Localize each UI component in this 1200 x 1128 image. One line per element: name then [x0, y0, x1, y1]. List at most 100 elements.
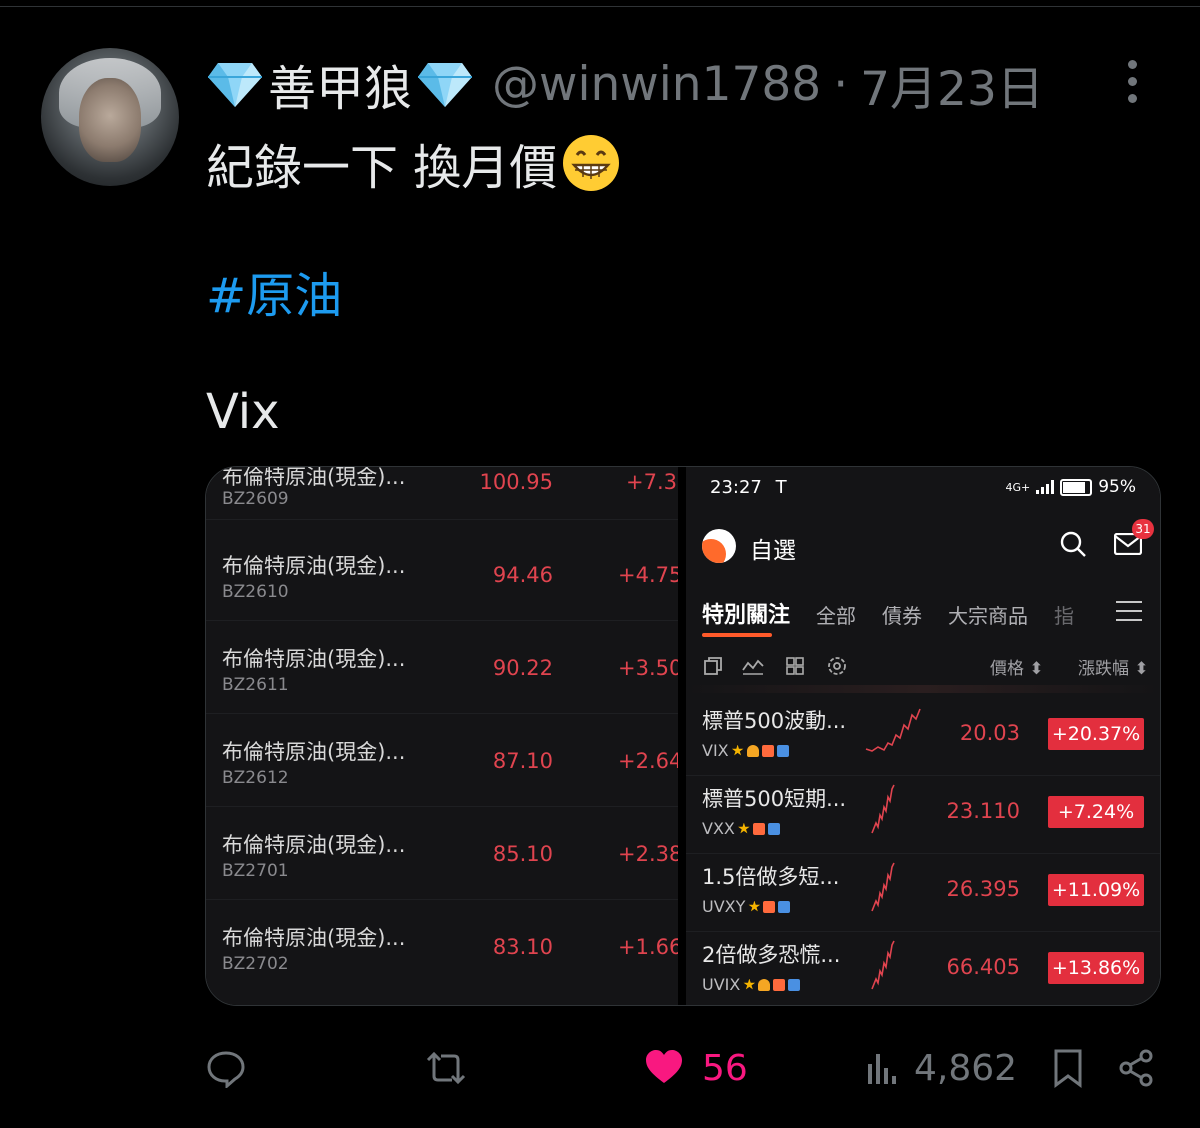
reply-icon — [207, 1051, 245, 1088]
row-code: BZ2611 — [222, 675, 289, 695]
signal-icon — [1036, 480, 1055, 494]
tab-bonds[interactable]: 債券 — [882, 600, 922, 629]
diamond-icon — [418, 63, 473, 107]
right-screenshot[interactable]: 23:27 T 4G+ 95% 自選 31 特別關注 全部 債券 大宗商品 指 … — [686, 467, 1160, 1005]
chat-icon — [767, 822, 780, 835]
post-text: 紀錄一下 換月價 — [206, 140, 558, 196]
display-name[interactable]: 善甲狼 — [268, 49, 412, 119]
quote-code-line: UVXY — [702, 897, 791, 916]
quote-row[interactable]: 2倍做多恐慌... UVIX 66.405 +13.86% — [686, 931, 1160, 1005]
chart-icon[interactable] — [742, 655, 764, 677]
row-price: 90.22 — [492, 656, 553, 680]
note-icon — [761, 744, 774, 757]
settings-icon[interactable] — [826, 655, 848, 677]
user-handle[interactable]: @winwin1788 — [492, 57, 821, 112]
grid-icon[interactable] — [784, 655, 806, 677]
quote-code: VIX — [702, 741, 729, 760]
quote-row[interactable]: 1.5倍做多短... UVXY 26.395 +11.09% — [686, 853, 1160, 932]
chat-icon — [776, 744, 789, 757]
quote-name: 標普500短期... — [702, 787, 847, 811]
carrier-icon: T — [775, 477, 787, 498]
action-bar: 56 4,862 — [206, 1040, 1166, 1096]
row-price: 87.10 — [492, 749, 553, 773]
like-count: 56 — [702, 1047, 748, 1089]
tab-watchlist[interactable]: 特別關注 — [702, 597, 790, 637]
tab-commodities[interactable]: 大宗商品 — [948, 600, 1028, 629]
quote-code: UVIX — [702, 975, 741, 994]
sparkline-chart — [871, 784, 895, 834]
note-icon — [763, 900, 776, 913]
row-change: +4.75% — [618, 563, 678, 587]
top-divider — [0, 6, 1200, 7]
star-icon — [731, 744, 744, 756]
tab-all[interactable]: 全部 — [816, 600, 856, 629]
avatar[interactable] — [41, 48, 179, 186]
note-icon — [773, 978, 786, 991]
row-change: +7.31% — [626, 470, 678, 494]
table-row: 布倫特原油(現金)... BZ2610 94.46 +4.75% — [206, 528, 678, 621]
quote-code: VXX — [702, 819, 735, 838]
like-button[interactable]: 56 — [644, 1044, 748, 1092]
row-change: +1.66% — [618, 935, 678, 959]
network-indicator: 4G+ — [1005, 480, 1031, 494]
status-indicators: 4G+ 95% — [1005, 477, 1136, 497]
row-change: +2.38% — [618, 842, 678, 866]
share-button[interactable] — [1118, 1044, 1154, 1092]
reply-button[interactable] — [206, 1044, 264, 1092]
repost-icon — [426, 1051, 466, 1085]
sparkline-chart — [871, 940, 895, 990]
quote-price: 66.405 — [946, 955, 1020, 979]
table-row: 布倫特原油(現金)... BZ2702 83.10 +1.66% — [206, 900, 678, 992]
search-icon[interactable] — [1060, 531, 1086, 557]
row-name: 布倫特原油(現金)... — [222, 647, 406, 671]
media-container[interactable]: 布倫特原油(現金)... BZ2609 100.95 +7.31% 布倫特原油(… — [205, 466, 1161, 1006]
share-icon — [1119, 1049, 1153, 1087]
row-name: 布倫特原油(現金)... — [222, 467, 406, 489]
quote-code-line: VIX — [702, 741, 789, 760]
hashtag-link[interactable]: #原油 — [206, 256, 342, 326]
quote-code-line: VXX — [702, 819, 780, 838]
post-date[interactable]: 7月23日 — [860, 50, 1044, 119]
app-logo-icon — [702, 529, 736, 563]
clock: 23:27 — [710, 477, 762, 498]
bookmark-icon — [1054, 1049, 1082, 1088]
quote-change-badge[interactable]: +7.24% — [1048, 796, 1144, 828]
menu-icon[interactable] — [1116, 601, 1142, 621]
battery-level: 95% — [1098, 477, 1136, 497]
repost-button[interactable] — [424, 1044, 486, 1092]
quote-row[interactable]: 標普500波動... VIX 20.03 +20.37% — [686, 697, 1160, 776]
table-row: 布倫特原油(現金)... BZ2611 90.22 +3.50% — [206, 621, 678, 714]
grinning-emoji-icon — [563, 135, 620, 191]
views-icon — [868, 1054, 896, 1084]
row-code: BZ2612 — [222, 768, 289, 788]
quote-change-badge[interactable]: +20.37% — [1048, 718, 1144, 750]
quote-name: 1.5倍做多短... — [702, 865, 840, 889]
avatar-face — [79, 78, 141, 162]
quote-row[interactable]: 標普500短期... VXX 23.110 +7.24% — [686, 775, 1160, 854]
diamond-icon — [208, 63, 262, 107]
row-price: 85.10 — [492, 842, 553, 866]
price-column-header[interactable]: 價格 ⬍ — [990, 654, 1044, 679]
sparkline-chart — [871, 862, 895, 912]
quote-name: 2倍做多恐慌... — [702, 943, 841, 967]
more-options-icon[interactable] — [1120, 60, 1144, 106]
change-column-header[interactable]: 漲跌幅 ⬍ — [1078, 654, 1149, 679]
status-time: 23:27 T — [710, 477, 787, 498]
quote-price: 23.110 — [946, 799, 1020, 823]
copy-icon[interactable] — [702, 655, 724, 677]
table-row: 布倫特原油(現金)... BZ2701 85.10 +2.38% — [206, 807, 678, 900]
bookmark-button[interactable] — [1052, 1044, 1084, 1092]
row-change: +2.64% — [618, 749, 678, 773]
tab-index[interactable]: 指 — [1054, 600, 1074, 629]
quote-code: UVXY — [702, 897, 746, 916]
row-code: BZ2610 — [222, 582, 289, 602]
sparkline-chart — [865, 708, 921, 752]
quote-change-badge[interactable]: +11.09% — [1048, 874, 1144, 906]
left-screenshot[interactable]: 布倫特原油(現金)... BZ2609 100.95 +7.31% 布倫特原油(… — [206, 467, 678, 1005]
bell-icon — [746, 744, 759, 757]
post-header: 善甲狼 @winwin1788 · 7月23日 — [206, 49, 1044, 119]
quote-change-badge[interactable]: +13.86% — [1048, 952, 1144, 984]
star-icon — [743, 978, 756, 990]
table-row: 布倫特原油(現金)... BZ2612 87.10 +2.64% — [206, 714, 678, 807]
views-button[interactable]: 4,862 — [866, 1044, 1017, 1092]
